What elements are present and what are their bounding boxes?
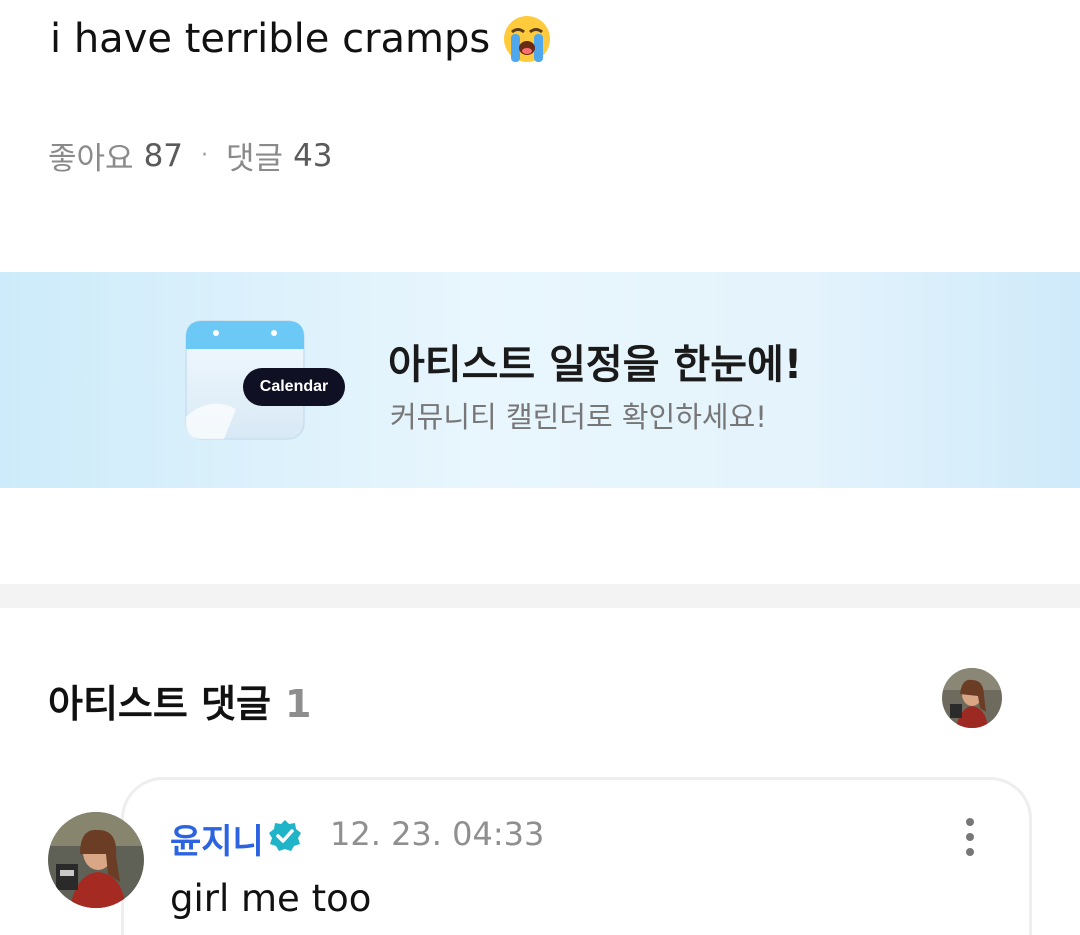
comments-count: 43 xyxy=(293,137,333,174)
banner-subtitle: 커뮤니티 캘린더로 확인하세요! xyxy=(390,400,767,434)
artist-comments-count: 1 xyxy=(285,682,312,726)
comment-author-avatar[interactable] xyxy=(48,812,144,908)
artist-comments-header: 아티스트 댓글 1 xyxy=(48,673,311,728)
more-vertical-icon[interactable] xyxy=(955,814,985,860)
more-dot xyxy=(966,833,974,841)
likes-count: 87 xyxy=(143,137,184,174)
comment-author-name[interactable]: 윤지니 xyxy=(170,814,264,863)
comments-label: 댓글 xyxy=(226,141,284,177)
post-stats: 좋아요 87 · 댓글 43 xyxy=(48,133,333,178)
loudly-crying-face-emoji-icon xyxy=(504,16,551,62)
likes-label: 좋아요 xyxy=(48,141,134,177)
artist-comments-title: 아티스트 댓글 xyxy=(48,682,271,726)
section-divider xyxy=(0,584,1080,608)
post-text-content: i have terrible cramps xyxy=(50,16,491,62)
comment-timestamp: 12. 23. 04:33 xyxy=(330,815,545,853)
more-dot xyxy=(966,818,974,826)
post-text: i have terrible cramps xyxy=(50,14,552,64)
calendar-promo-banner[interactable]: Calendar 아티스트 일정을 한눈에! 커뮤니티 캘린더로 확인하세요! xyxy=(0,272,1080,488)
artist-avatar-image xyxy=(942,668,1002,728)
artist-avatar[interactable] xyxy=(942,668,1002,728)
calendar-pill-label: Calendar xyxy=(243,368,345,406)
comment-author-avatar-image xyxy=(48,812,144,908)
more-dot xyxy=(966,848,974,856)
verified-badge-icon xyxy=(269,820,301,851)
comment-body: girl me too xyxy=(170,877,372,920)
stats-separator: · xyxy=(201,143,209,168)
banner-title: 아티스트 일정을 한눈에! xyxy=(388,342,803,388)
